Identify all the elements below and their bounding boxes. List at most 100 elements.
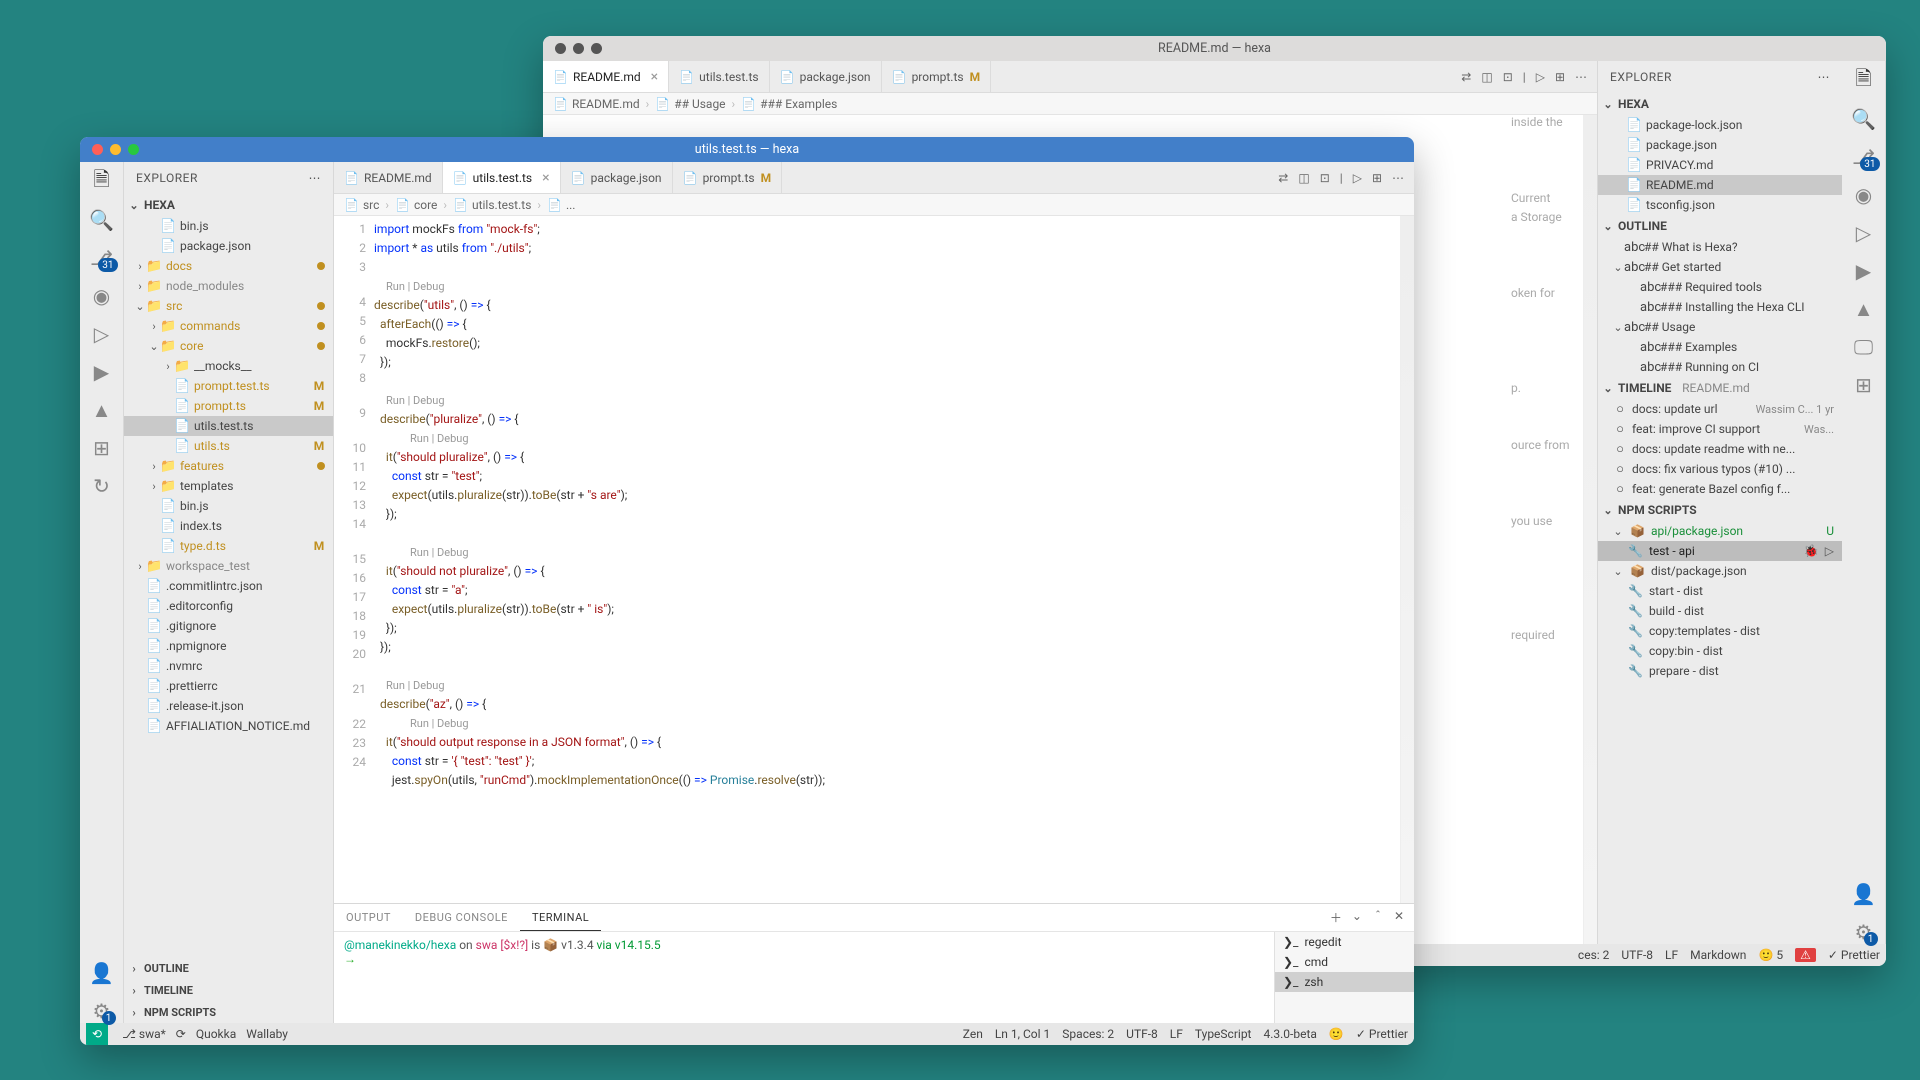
file-item[interactable]: 📄.release-it.json — [124, 696, 333, 716]
split-icon[interactable]: ◫ — [1481, 70, 1492, 84]
outline-header[interactable]: ⌄OUTLINE — [1598, 215, 1842, 237]
sb-position[interactable]: Ln 1, Col 1 — [995, 1027, 1050, 1041]
chevron-icon[interactable]: ⌄ — [1612, 261, 1624, 274]
more-icon[interactable]: ⋯ — [1575, 70, 1587, 84]
gear-icon[interactable]: ⚙1 — [1852, 920, 1876, 944]
run-icon[interactable]: ▶ — [90, 360, 114, 384]
breadcrumb-item[interactable]: 📄core — [395, 198, 437, 212]
tab-readme-md[interactable]: 📄README.md — [334, 162, 443, 193]
codelens[interactable]: Run | Debug — [374, 714, 1400, 733]
codelens[interactable]: Run | Debug — [374, 277, 1400, 296]
file-item[interactable]: 📄prompt.test.tsM — [124, 376, 333, 396]
files-icon[interactable]: 🗎 — [1852, 69, 1876, 93]
file-item[interactable]: 📄AFFIALIATION_NOTICE.md — [124, 716, 333, 736]
section-outline[interactable]: ›OUTLINE — [124, 957, 333, 979]
sb-lang[interactable]: TypeScript — [1195, 1027, 1252, 1041]
timeline-item[interactable]: ○docs: update urlWassim C... 1 yr — [1598, 399, 1842, 419]
file-item[interactable]: 📄.editorconfig — [124, 596, 333, 616]
section-npm-scripts[interactable]: ›NPM SCRIPTS — [124, 1001, 333, 1023]
sb-lang[interactable]: Markdown — [1690, 948, 1746, 962]
sb-quokka[interactable]: Quokka — [196, 1027, 236, 1041]
run-icon[interactable]: ▷ — [1536, 70, 1545, 84]
more-icon[interactable]: ⋯ — [309, 171, 322, 185]
file-item[interactable]: 📄index.ts — [124, 516, 333, 536]
gear-icon[interactable]: ⚙1 — [90, 999, 114, 1023]
folder-item[interactable]: ›📁templates — [124, 476, 333, 496]
folder-item[interactable]: ›📁node_modules — [124, 276, 333, 296]
close-icon[interactable]: × — [651, 69, 658, 85]
chevron-icon[interactable]: › — [162, 360, 174, 373]
sb-eol[interactable]: LF — [1665, 948, 1678, 962]
breadcrumb-item[interactable]: 📄... — [547, 198, 575, 212]
search-icon[interactable]: 🔍 — [1852, 107, 1876, 131]
sb-feedback-icon[interactable]: 🙂 — [1329, 1027, 1344, 1041]
tab-package-json[interactable]: 📄package.json — [561, 162, 673, 193]
file-item[interactable]: 📄package.json — [124, 236, 333, 256]
titlebar[interactable]: README.md — hexa — [543, 36, 1886, 61]
file-item[interactable]: 📄.gitignore — [124, 616, 333, 636]
chevron-icon[interactable]: ⌄ — [134, 300, 146, 313]
source-control-icon[interactable]: ⎇31 — [90, 246, 114, 270]
sb-feedback[interactable]: 🙂 5 — [1758, 948, 1783, 962]
minimap[interactable] — [1583, 115, 1597, 944]
codelens[interactable]: Run | Debug — [374, 391, 1400, 410]
explorer-item[interactable]: 📄package.json — [1598, 135, 1842, 155]
terminal[interactable]: @manekinekko/hexa on swa [$x!?] is 📦 v1.… — [334, 932, 1414, 1023]
folder-item[interactable]: ›📁workspace_test — [124, 556, 333, 576]
folder-item[interactable]: ›📁__mocks__ — [124, 356, 333, 376]
file-item[interactable]: 📄bin.js — [124, 216, 333, 236]
sb-encoding[interactable]: UTF-8 — [1621, 948, 1653, 962]
panel-tab-terminal[interactable]: TERMINAL — [520, 904, 601, 931]
file-item[interactable]: 📄prompt.tsM — [124, 396, 333, 416]
close-icon[interactable]: ✕ — [1394, 909, 1404, 926]
sb-prettier[interactable]: ✓ Prettier — [1828, 948, 1880, 962]
explorer-item[interactable]: 📄README.md — [1598, 175, 1842, 195]
debug-icon[interactable]: 🐞 — [1804, 544, 1819, 558]
npm-script[interactable]: 🔧test - api🐞▷ — [1598, 541, 1842, 561]
titlebar[interactable]: utils.test.ts — hexa — [80, 137, 1414, 162]
toggle-icon[interactable]: ⊡ — [1503, 70, 1513, 84]
remote-indicator[interactable]: ⟲ — [86, 1023, 108, 1045]
file-item[interactable]: 📄.commitlintrc.json — [124, 576, 333, 596]
explorer-root-header[interactable]: ⌄HEXA — [1598, 93, 1842, 115]
minimap[interactable] — [1400, 216, 1414, 903]
chevron-icon[interactable]: ⌄ — [1612, 525, 1624, 538]
sb-spaces[interactable]: Spaces: 2 — [1062, 1027, 1114, 1041]
chevron-icon[interactable]: › — [134, 260, 146, 273]
folder-item[interactable]: ⌄📁src — [124, 296, 333, 316]
dropdown-icon[interactable]: ⌄ — [1352, 909, 1362, 926]
refresh-icon[interactable]: ↻ — [90, 474, 114, 498]
sb-zen[interactable]: Zen — [963, 1027, 983, 1041]
play-icon[interactable]: ▷ — [1825, 544, 1834, 558]
debug-icon[interactable]: ▷ — [1852, 221, 1876, 245]
panel-tab-output[interactable]: OUTPUT — [334, 904, 403, 931]
npm-package[interactable]: ⌄📦api/package.jsonU — [1598, 521, 1842, 541]
azure-icon[interactable]: ▲ — [90, 398, 114, 422]
close-icon[interactable]: × — [542, 170, 549, 186]
outline-item[interactable]: abc### Installing the Hexa CLI — [1598, 297, 1842, 317]
sb-encoding[interactable]: UTF-8 — [1126, 1027, 1158, 1041]
npm-package[interactable]: ⌄📦dist/package.json — [1598, 561, 1842, 581]
tab-readme-md[interactable]: 📄README.md× — [543, 61, 669, 92]
folder-item[interactable]: ⌄📁core — [124, 336, 333, 356]
npm-script[interactable]: 🔧prepare - dist — [1598, 661, 1842, 681]
timeline-item[interactable]: ○docs: update readme with ne... — [1598, 439, 1842, 459]
panel-tab-debug-console[interactable]: DEBUG CONSOLE — [403, 904, 520, 931]
file-item[interactable]: 📄bin.js — [124, 496, 333, 516]
sb-sync-icon[interactable]: ⟳ — [176, 1027, 186, 1041]
remote-icon[interactable]: 🖵 — [1852, 335, 1876, 359]
outline-item[interactable]: abc## What is Hexa? — [1598, 237, 1842, 257]
github-icon[interactable]: ◉ — [90, 284, 114, 308]
npm-header[interactable]: ⌄NPM SCRIPTS — [1598, 499, 1842, 521]
explorer-root-header[interactable]: ⌄HEXA — [124, 194, 333, 216]
sb-prettier[interactable]: ✓ Prettier — [1356, 1027, 1408, 1041]
chevron-icon[interactable]: › — [134, 280, 146, 293]
terminal-item[interactable]: ❯_zsh — [1275, 972, 1414, 992]
run-icon[interactable]: ▶ — [1852, 259, 1876, 283]
codelens[interactable]: Run | Debug — [374, 676, 1400, 695]
timeline-item[interactable]: ○docs: fix various typos (#10) ... — [1598, 459, 1842, 479]
codelens[interactable]: Run | Debug — [374, 429, 1400, 448]
file-item[interactable]: 📄utils.test.ts — [124, 416, 333, 436]
sb-error-icon[interactable]: ⚠ — [1795, 948, 1816, 962]
tab-utils-test-ts[interactable]: 📄utils.test.ts — [669, 61, 769, 92]
